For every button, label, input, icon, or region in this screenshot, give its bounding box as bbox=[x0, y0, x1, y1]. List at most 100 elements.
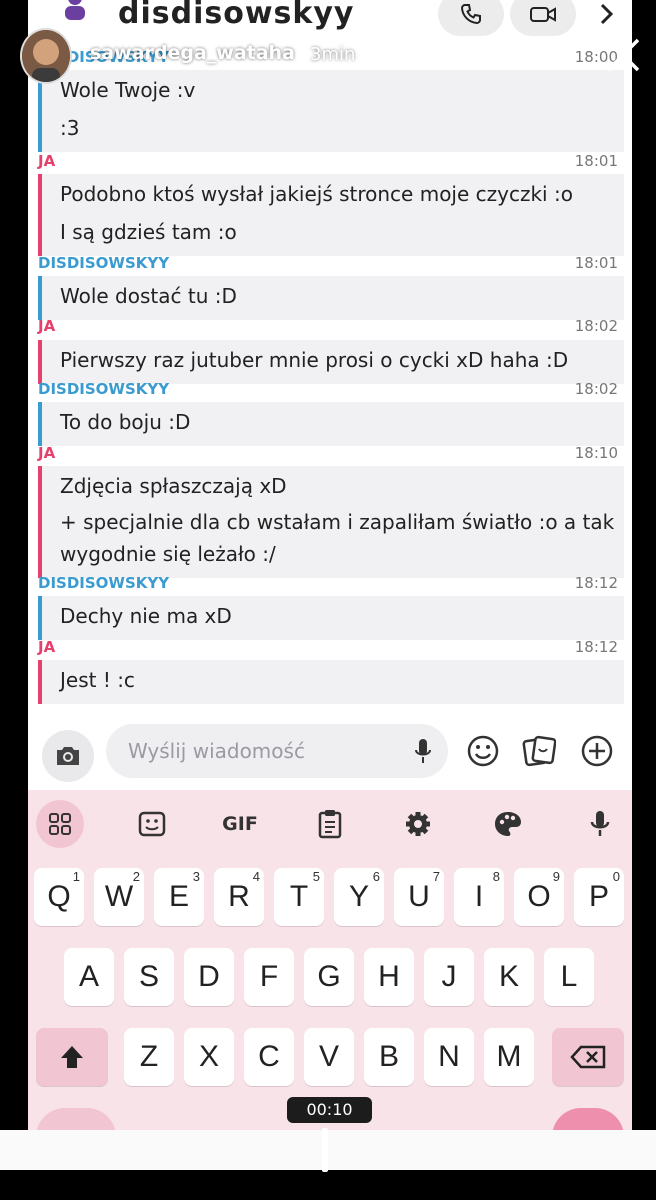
key-i[interactable]: I8 bbox=[454, 868, 504, 926]
chat-title: disdisowskyy bbox=[118, 0, 355, 31]
key-h[interactable]: H bbox=[364, 948, 414, 1006]
key-w[interactable]: W2 bbox=[94, 868, 144, 926]
message-sender: DISDISOWSKYY bbox=[38, 380, 170, 398]
key-o[interactable]: O9 bbox=[514, 868, 564, 926]
message-text: To do boju :D bbox=[60, 410, 191, 434]
key-label: L bbox=[560, 960, 578, 993]
snapchat-screen: disdisowskyy DISDISOWSKYY 18:00 Wole Twoje… bbox=[28, 0, 632, 1150]
story-username[interactable]: sawardega_wataha bbox=[90, 42, 295, 64]
message-time: 18:12 bbox=[574, 574, 618, 592]
message-bubble[interactable]: To do boju :D bbox=[38, 402, 624, 446]
chevron-button[interactable] bbox=[582, 0, 632, 36]
key-l[interactable]: L bbox=[544, 948, 594, 1006]
message-sender: DISDISOWSKYY bbox=[38, 254, 170, 272]
key-j[interactable]: J bbox=[424, 948, 474, 1006]
key-a[interactable]: A bbox=[64, 948, 114, 1006]
key-label: K bbox=[498, 960, 519, 993]
key-g[interactable]: G bbox=[304, 948, 354, 1006]
camera-button[interactable] bbox=[42, 730, 94, 782]
palette-icon bbox=[495, 812, 521, 836]
close-icon[interactable] bbox=[604, 36, 642, 74]
message-bubble[interactable]: Dechy nie ma xD bbox=[38, 596, 624, 640]
key-t[interactable]: T5 bbox=[274, 868, 324, 926]
key-e[interactable]: E3 bbox=[154, 868, 204, 926]
backspace-key[interactable] bbox=[552, 1028, 624, 1086]
message-time: 18:01 bbox=[574, 152, 618, 170]
emoji-icon[interactable] bbox=[466, 734, 500, 768]
gear-icon bbox=[406, 812, 430, 836]
voice-key[interactable] bbox=[576, 800, 624, 848]
message-bubble[interactable]: Wole dostać tu :D bbox=[38, 276, 624, 320]
message-input[interactable]: Wyślij wiadomość bbox=[106, 724, 448, 778]
key-n[interactable]: N bbox=[424, 1028, 474, 1086]
key-hint: 8 bbox=[492, 869, 500, 884]
message-bubble[interactable]: Zdjęcia spłaszczają xD + specjalnie dla c… bbox=[38, 466, 624, 578]
key-d[interactable]: D bbox=[184, 948, 234, 1006]
sticker-icon[interactable] bbox=[522, 734, 556, 768]
film-frame bbox=[0, 1130, 93, 1170]
message-text: I są gdzieś tam :o bbox=[60, 220, 237, 244]
key-hint: 0 bbox=[612, 869, 620, 884]
sticker-key[interactable] bbox=[128, 800, 176, 848]
message-bubble[interactable]: Pierwszy raz jutuber mnie prosi o cycki … bbox=[38, 340, 624, 384]
phone-icon bbox=[460, 4, 481, 25]
video-call-button[interactable] bbox=[510, 0, 576, 36]
microphone-icon[interactable] bbox=[414, 738, 432, 766]
key-q[interactable]: Q1 bbox=[34, 868, 84, 926]
key-z[interactable]: Z bbox=[124, 1028, 174, 1086]
key-label: X bbox=[198, 1040, 219, 1073]
key-k[interactable]: K bbox=[484, 948, 534, 1006]
clipboard-key[interactable] bbox=[306, 800, 354, 848]
bitmoji-icon[interactable] bbox=[62, 0, 88, 20]
sticker-keyboard-icon bbox=[138, 811, 166, 837]
key-label: V bbox=[318, 1040, 339, 1073]
key-label: P bbox=[588, 880, 609, 913]
key-p[interactable]: P0 bbox=[574, 868, 624, 926]
scrub-handle[interactable] bbox=[322, 1128, 328, 1172]
key-y[interactable]: Y6 bbox=[334, 868, 384, 926]
key-r[interactable]: R4 bbox=[214, 868, 264, 926]
message-text: wygodnie się leżało :/ bbox=[60, 542, 276, 566]
message-time: 18:10 bbox=[574, 444, 618, 462]
key-v[interactable]: V bbox=[304, 1028, 354, 1086]
key-label: Z bbox=[139, 1040, 159, 1073]
story-time-ago: 3min bbox=[310, 44, 356, 65]
apps-grid-button[interactable] bbox=[36, 800, 84, 848]
gif-key[interactable]: GIF bbox=[216, 800, 264, 848]
key-label: E bbox=[168, 880, 189, 913]
key-label: T bbox=[289, 880, 309, 913]
key-f[interactable]: F bbox=[244, 948, 294, 1006]
message-text: Dechy nie ma xD bbox=[60, 604, 232, 628]
key-b[interactable]: B bbox=[364, 1028, 414, 1086]
key-hint: 2 bbox=[132, 869, 140, 884]
key-label: R bbox=[228, 880, 250, 913]
chat-header: disdisowskyy bbox=[28, 0, 632, 40]
film-frame bbox=[202, 1130, 323, 1170]
key-u[interactable]: U7 bbox=[394, 868, 444, 926]
shift-key[interactable] bbox=[36, 1028, 108, 1086]
message-bubble[interactable]: Jest ! :c bbox=[38, 660, 624, 704]
message-text: Wole dostać tu :D bbox=[60, 284, 237, 308]
story-avatar[interactable] bbox=[20, 28, 72, 84]
key-hint: 4 bbox=[252, 869, 260, 884]
key-s[interactable]: S bbox=[124, 948, 174, 1006]
key-c[interactable]: C bbox=[244, 1028, 294, 1086]
key-x[interactable]: X bbox=[184, 1028, 234, 1086]
message-bubble[interactable]: Podobno ktoś wysłał jakiejś stronce moje… bbox=[38, 174, 624, 256]
settings-key[interactable] bbox=[394, 800, 442, 848]
message-sender: JA bbox=[38, 444, 56, 462]
message-bubble[interactable]: Wole Twoje :v:3 bbox=[38, 70, 624, 152]
message-sender: JA bbox=[38, 317, 56, 335]
message-placeholder: Wyślij wiadomość bbox=[128, 739, 305, 763]
backspace-icon bbox=[570, 1045, 606, 1069]
key-label: B bbox=[378, 1040, 399, 1073]
theme-key[interactable] bbox=[484, 800, 532, 848]
key-label: C bbox=[258, 1040, 280, 1073]
key-label: W bbox=[104, 880, 134, 913]
video-filmstrip[interactable] bbox=[0, 1130, 656, 1170]
plus-icon[interactable] bbox=[580, 734, 614, 768]
phone-button[interactable] bbox=[438, 0, 504, 36]
key-m[interactable]: M bbox=[484, 1028, 534, 1086]
microphone-icon bbox=[590, 811, 610, 836]
key-hint: 1 bbox=[72, 869, 80, 884]
